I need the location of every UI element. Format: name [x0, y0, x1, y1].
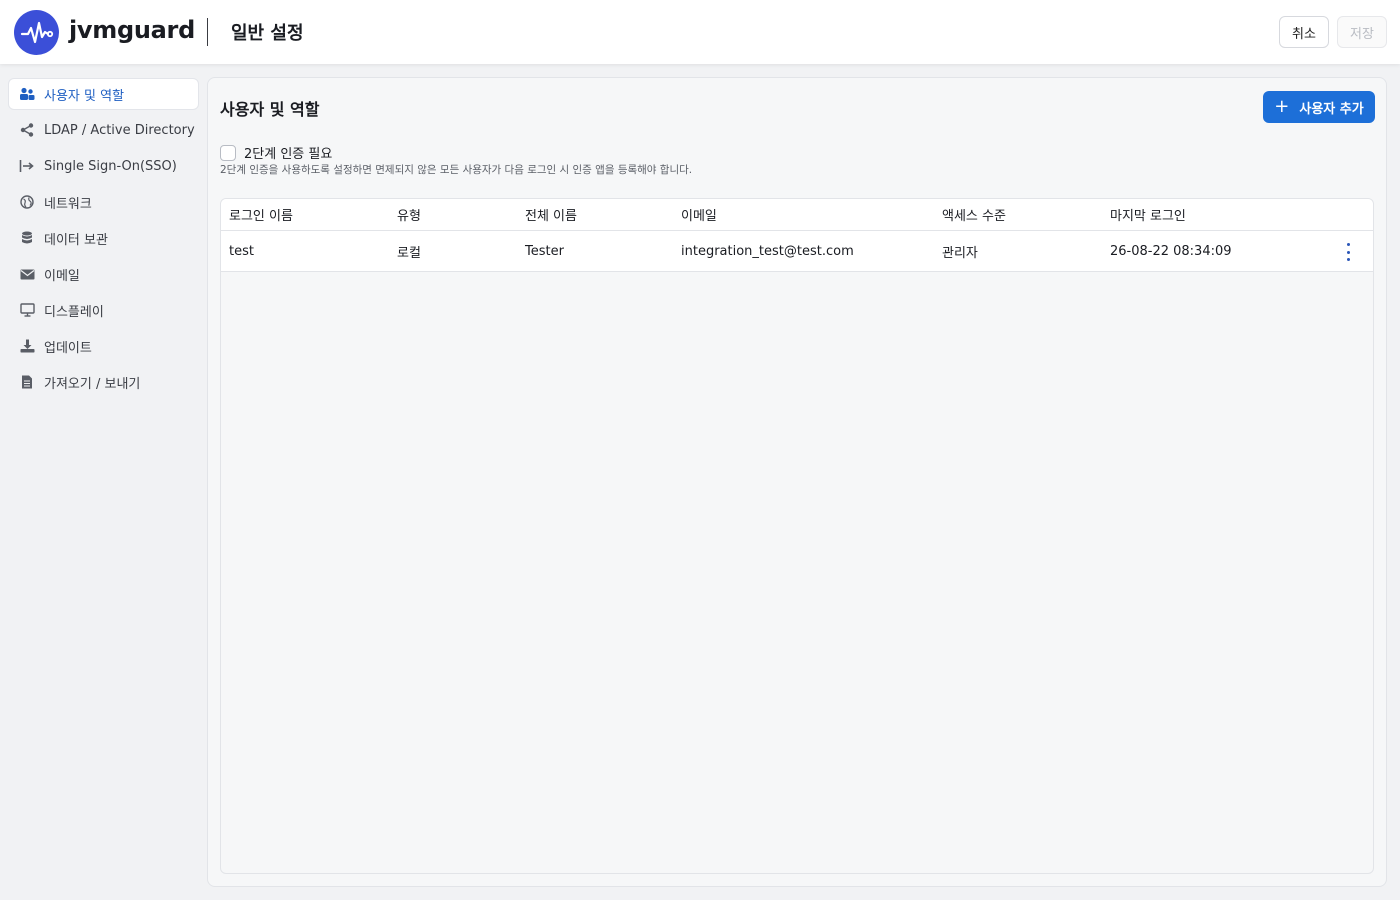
two-factor-label: 2단계 인증 필요 [244, 147, 333, 162]
plus-icon: + [1274, 96, 1290, 117]
table-row[interactable]: test 로컬 Tester integration_test@test.com… [221, 231, 1373, 272]
column-header-access-level[interactable]: 액세스 수준 [942, 199, 1006, 230]
two-factor-option: 2단계 인증 필요 [220, 143, 332, 162]
header-divider [207, 18, 208, 46]
app-logo[interactable] [14, 10, 59, 55]
pulse-icon [20, 21, 53, 43]
sidebar-item-label: 네트워크 [44, 196, 92, 212]
share-icon [19, 122, 35, 138]
cell-full-name: Tester [525, 243, 564, 259]
cell-type: 로컬 [397, 245, 421, 261]
column-header-login[interactable]: 로그인 이름 [229, 199, 293, 230]
sidebar-item-email[interactable]: 이메일 [8, 258, 199, 290]
cell-login: test [229, 243, 254, 259]
sidebar-item-label: 데이터 보관 [44, 232, 108, 248]
column-header-type[interactable]: 유형 [397, 199, 421, 230]
sidebar-item-import-export[interactable]: 가져오기 / 보내기 [8, 366, 199, 398]
two-factor-checkbox[interactable] [220, 144, 236, 161]
sidebar-item-label: LDAP / Active Directory [44, 122, 195, 138]
users-table: 로그인 이름 유형 전체 이름 이메일 액세스 수준 마지막 로그인 test … [220, 198, 1374, 874]
app-header: jvmguard 일반 설정 취소 저장 [0, 0, 1400, 64]
cell-access-level: 관리자 [942, 245, 978, 261]
sidebar-item-network[interactable]: 네트워크 [8, 186, 199, 218]
globe-icon [19, 194, 35, 210]
sidebar-item-label: 업데이트 [44, 340, 92, 356]
database-icon [19, 230, 35, 246]
sidebar-item-update[interactable]: 업데이트 [8, 330, 199, 362]
users-icon [19, 86, 35, 102]
two-factor-description: 2단계 인증을 사용하도록 설정하면 면제되지 않은 모든 사용자가 다음 로그… [220, 164, 693, 176]
column-header-email[interactable]: 이메일 [681, 199, 717, 230]
table-header: 로그인 이름 유형 전체 이름 이메일 액세스 수준 마지막 로그인 [221, 199, 1373, 231]
sidebar-item-users-roles[interactable]: 사용자 및 역할 [8, 78, 199, 110]
sidebar-item-label: 이메일 [44, 268, 80, 284]
download-icon [19, 338, 35, 354]
row-menu-icon[interactable] [1343, 243, 1353, 261]
add-user-label: 사용자 추가 [1299, 101, 1364, 117]
add-user-button[interactable]: + 사용자 추가 [1263, 91, 1375, 123]
sidebar-item-ldap[interactable]: LDAP / Active Directory [8, 114, 199, 146]
cell-email: integration_test@test.com [681, 243, 854, 259]
sidebar-item-label: 사용자 및 역할 [44, 88, 125, 104]
brand-name: jvmguard [69, 16, 195, 44]
envelope-icon [19, 266, 35, 282]
sidebar-item-label: 디스플레이 [44, 304, 104, 320]
sidebar-item-data-retention[interactable]: 데이터 보관 [8, 222, 199, 254]
section-title: 사용자 및 역할 [220, 100, 320, 119]
column-header-full-name[interactable]: 전체 이름 [525, 199, 577, 230]
main-panel: 사용자 및 역할 + 사용자 추가 2단계 인증 필요 2단계 인증을 사용하도… [207, 77, 1387, 887]
sidebar-item-label: 가져오기 / 보내기 [44, 376, 141, 392]
save-button[interactable]: 저장 [1337, 16, 1387, 48]
file-icon [19, 374, 35, 390]
sidebar-item-sso[interactable]: Single Sign-On(SSO) [8, 150, 199, 182]
sidebar-item-display[interactable]: 디스플레이 [8, 294, 199, 326]
page-title: 일반 설정 [231, 23, 304, 44]
sidebar-item-label: Single Sign-On(SSO) [44, 158, 177, 174]
sidebar-nav: 사용자 및 역할 LDAP / Active Directory Single … [8, 78, 199, 402]
monitor-icon [19, 302, 35, 318]
sign-in-icon [19, 158, 35, 174]
cancel-button[interactable]: 취소 [1279, 16, 1329, 48]
column-header-last-login[interactable]: 마지막 로그인 [1110, 199, 1186, 230]
cell-last-login: 26-08-22 08:34:09 [1110, 243, 1232, 259]
